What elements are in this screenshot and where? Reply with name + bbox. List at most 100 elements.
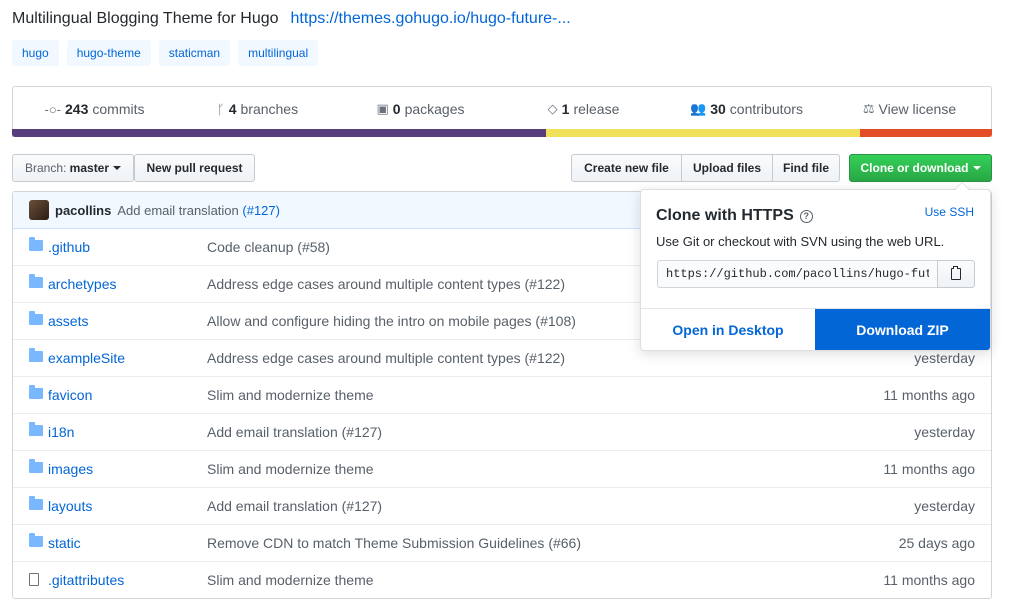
commit-message[interactable]: Add email translation [117,203,238,218]
file-commit-message[interactable]: Slim and modernize theme [207,387,374,403]
language-bar[interactable] [12,129,992,137]
branch-name: master [69,161,110,175]
file-commit-message[interactable]: Add email translation (#127) [207,498,382,514]
repo-description-text: Multilingual Blogging Theme for Hugo [12,10,279,27]
file-commit-age: 11 months ago [883,387,975,403]
file-name-link[interactable]: exampleSite [48,350,125,366]
commit-ref-link[interactable]: (#127) [242,203,280,218]
file-row[interactable]: .gitattributes Slim and modernize theme 11… [13,561,991,598]
tag-icon: ◇ [547,101,558,116]
releases-link[interactable]: ◇ 1 release [502,101,665,117]
branches-label: branches [240,101,299,117]
file-commit-message[interactable]: Address edge cases around multiple conte… [207,276,565,292]
clone-popup: Clone with HTTPS ? Use SSH Use Git or ch… [640,182,991,351]
repo-homepage-link[interactable]: https://themes.gohugo.io/hugo-future-... [291,10,571,28]
file-name-link[interactable]: .gitattributes [48,572,124,588]
clone-button-label: Clone or download [860,161,969,175]
file-commit-message[interactable]: Address edge cases around multiple conte… [207,350,565,366]
avatar[interactable] [29,200,49,220]
license-link[interactable]: ⚖ View license [828,101,991,117]
file-commit-age: 25 days ago [898,535,975,551]
people-icon: 👥 [690,101,707,116]
upload-files-button[interactable]: Upload files [681,154,773,182]
language-bar-segment[interactable] [546,129,860,137]
caret-down-icon [972,166,981,170]
commit-icon: -○- [44,101,62,117]
packages-count: 0 [392,101,401,117]
topic-tag[interactable]: staticman [158,40,231,66]
topic-tag[interactable]: hugo-theme [66,40,151,66]
file-row[interactable]: favicon Slim and modernize theme 11 months… [13,376,991,413]
branch-select-button[interactable]: Branch: master [12,154,134,182]
file-name-link[interactable]: i18n [48,424,74,440]
file-name-link[interactable]: assets [48,313,88,329]
file-name-link[interactable]: static [48,535,81,551]
find-file-button[interactable]: Find file [772,154,840,182]
file-icon [29,573,39,586]
branch-prefix: Branch: [24,161,67,175]
topic-list: hugo hugo-theme staticman multilingual [12,40,319,66]
folder-icon [29,311,43,325]
commits-count: 243 [65,101,89,117]
file-name-link[interactable]: layouts [48,498,92,514]
file-row[interactable]: i18n Add email translation (#127) yesterda… [13,413,991,450]
question-icon[interactable]: ? [799,209,813,223]
topic-tag[interactable]: hugo [12,40,59,66]
releases-label: release [573,101,620,117]
language-bar-segment[interactable] [859,129,992,137]
file-commit-message[interactable]: Slim and modernize theme [207,572,374,588]
file-row[interactable]: static Remove CDN to match Theme Submissi… [13,524,991,561]
download-zip-button[interactable]: Download ZIP [815,309,990,350]
contributors-label: contributors [729,101,803,117]
file-commit-message[interactable]: Allow and configure hiding the intro on … [207,313,576,329]
topic-tag[interactable]: multilingual [238,40,319,66]
file-name-link[interactable]: favicon [48,387,92,403]
file-name-link[interactable]: archetypes [48,276,116,292]
file-commit-age: yesterday [914,498,975,514]
open-in-desktop-button[interactable]: Open in Desktop [641,309,815,350]
clone-or-download-button[interactable]: Clone or download [849,154,992,182]
file-commit-age: yesterday [914,424,975,440]
file-name-link[interactable]: images [48,461,93,477]
branches-link[interactable]: ᚴ 4 branches [176,101,339,117]
file-commit-age: yesterday [914,350,975,366]
clipboard-icon [951,266,961,280]
branch-icon: ᚴ [216,101,225,117]
file-commit-message[interactable]: Code cleanup (#58) [207,239,330,255]
file-commit-message[interactable]: Add email translation (#127) [207,424,382,440]
folder-icon [29,496,43,510]
file-row[interactable]: images Slim and modernize theme 11 months … [13,450,991,487]
file-commit-age: 11 months ago [883,461,975,477]
repo-summary: -○- 243 commits ᚴ 4 branches ▣ 0 package… [12,86,992,137]
file-commit-message[interactable]: Slim and modernize theme [207,461,374,477]
law-icon: ⚖ [862,101,875,116]
contributors-link[interactable]: 👥 30 contributors [665,101,828,117]
file-row[interactable]: layouts Add email translation (#127) yeste… [13,487,991,524]
clone-popup-title: Clone with HTTPS ? [656,207,813,225]
commits-link[interactable]: -○- 243 commits [13,101,176,117]
branches-count: 4 [228,101,237,117]
clone-title-text: Clone with HTTPS [656,207,794,224]
copy-url-button[interactable] [937,260,975,288]
releases-count: 1 [561,101,570,117]
folder-icon [29,385,43,399]
create-new-file-button[interactable]: Create new file [571,154,682,182]
new-pull-request-button[interactable]: New pull request [134,154,255,182]
file-commit-message[interactable]: Remove CDN to match Theme Submission Gui… [207,535,581,551]
clone-url-input[interactable] [657,260,937,288]
packages-link[interactable]: ▣ 0 packages [339,101,502,117]
caret-down-icon [113,166,122,170]
commits-label: commits [92,101,145,117]
clone-actions: Open in Desktop Download ZIP [641,308,990,350]
repo-description: Multilingual Blogging Theme for Hugo htt… [12,10,571,28]
file-name-link[interactable]: .github [48,239,90,255]
folder-icon [29,422,43,436]
file-commit-age: 11 months ago [883,572,975,588]
language-bar-segment[interactable] [12,129,547,137]
folder-icon [29,533,43,547]
license-label: View license [878,101,957,117]
folder-icon [29,459,43,473]
commit-author[interactable]: pacollins [55,203,111,218]
package-icon: ▣ [376,101,389,116]
use-ssh-link[interactable]: Use SSH [925,205,974,219]
